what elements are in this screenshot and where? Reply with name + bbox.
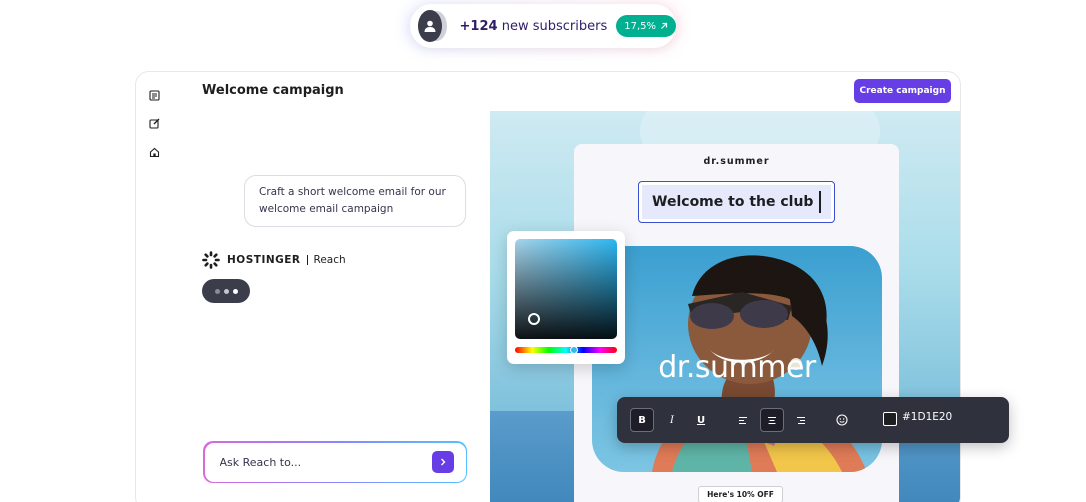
align-center-button[interactable] bbox=[760, 408, 784, 432]
home-icon[interactable] bbox=[147, 145, 161, 159]
typing-dot bbox=[232, 288, 238, 294]
emoji-button[interactable] bbox=[830, 408, 854, 432]
align-left-button[interactable] bbox=[731, 408, 755, 432]
hostinger-logo-icon bbox=[202, 251, 220, 269]
hue-slider[interactable] bbox=[515, 347, 617, 353]
subscriber-label: new subscribers bbox=[501, 18, 608, 34]
offer-button[interactable]: Here's 10% OFF bbox=[698, 486, 783, 502]
typing-indicator bbox=[202, 279, 250, 303]
arrow-up-right-icon bbox=[661, 22, 668, 29]
italic-label: I bbox=[670, 414, 674, 426]
side-rail bbox=[136, 72, 170, 502]
color-picker bbox=[507, 231, 625, 364]
hero-wordmark: dr.summer bbox=[658, 350, 816, 385]
text-color-hex[interactable]: #1D1E20 bbox=[902, 411, 952, 423]
headline-editor[interactable]: Welcome to the club bbox=[638, 181, 835, 223]
typing-dot bbox=[223, 288, 229, 294]
growth-badge: 17,5% bbox=[616, 15, 676, 37]
ask-input-box bbox=[204, 442, 466, 482]
typing-dot bbox=[214, 288, 220, 294]
ask-input[interactable] bbox=[219, 455, 432, 469]
italic-button[interactable]: I bbox=[660, 408, 684, 432]
assistant-brand: HOSTINGER Reach bbox=[202, 250, 346, 270]
align-left-icon bbox=[739, 416, 747, 424]
user-icon bbox=[424, 20, 436, 32]
text-caret bbox=[819, 191, 821, 213]
send-button[interactable] bbox=[431, 451, 454, 473]
edit-icon[interactable] bbox=[147, 116, 161, 130]
email-brand: dr.summer bbox=[703, 156, 770, 167]
formatting-toolbar: B I U #1D1E20 bbox=[617, 397, 1009, 443]
align-right-button[interactable] bbox=[789, 408, 813, 432]
user-prompt-bubble: Craft a short welcome email for our welc… bbox=[244, 175, 466, 227]
notification-text: +124 new subscribers bbox=[460, 19, 608, 34]
headline-selection: Welcome to the club bbox=[642, 185, 831, 219]
bold-label: B bbox=[638, 414, 646, 426]
color-picker-handle[interactable] bbox=[528, 313, 540, 325]
bold-button[interactable]: B bbox=[630, 408, 654, 432]
underline-label: U bbox=[696, 414, 706, 426]
underline-button[interactable]: U bbox=[689, 408, 713, 432]
app-stage: +124 new subscribers 17,5% Welcome campa… bbox=[0, 0, 1086, 502]
page-title: Welcome campaign bbox=[202, 83, 344, 98]
avatar bbox=[418, 10, 442, 42]
document-icon[interactable] bbox=[147, 88, 161, 102]
send-icon bbox=[440, 458, 445, 466]
subscriber-notification: +124 new subscribers 17,5% bbox=[410, 4, 676, 48]
brand-name: HOSTINGER bbox=[227, 254, 301, 266]
subscriber-count: +124 bbox=[459, 18, 498, 34]
brand-product: Reach bbox=[313, 254, 346, 266]
brand-divider bbox=[306, 255, 308, 265]
align-right-icon bbox=[797, 416, 805, 424]
email-headline[interactable]: Welcome to the club bbox=[652, 194, 813, 210]
emoji-icon bbox=[836, 414, 848, 426]
create-campaign-button[interactable]: Create campaign bbox=[854, 79, 951, 103]
align-center-icon bbox=[768, 416, 776, 424]
text-color-swatch[interactable] bbox=[883, 412, 897, 426]
hue-slider-handle[interactable] bbox=[570, 346, 578, 354]
ask-input-container bbox=[203, 441, 467, 483]
growth-value: 17,5% bbox=[624, 20, 656, 32]
